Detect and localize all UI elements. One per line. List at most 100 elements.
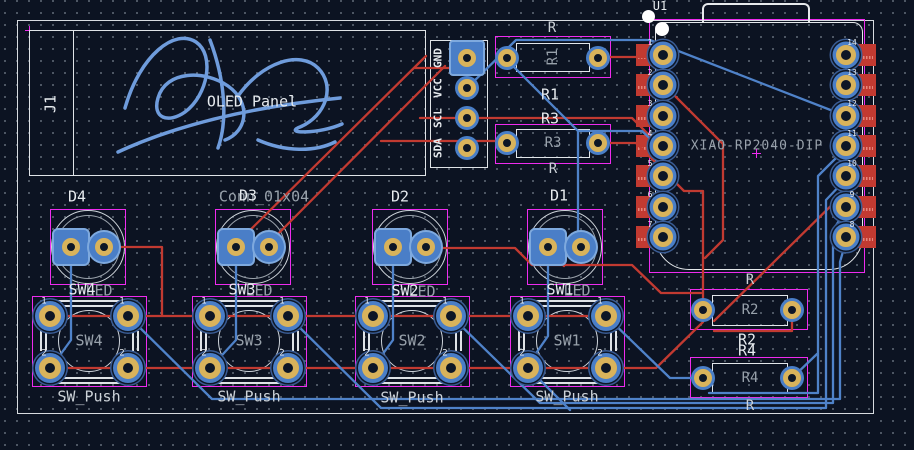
sw4-pin-number: 1 [41,296,47,307]
j1-pad-3[interactable] [458,109,476,127]
r2-pad-1[interactable] [694,301,712,319]
sw3-pin-number: 1 [201,296,207,307]
pin-function-text [638,86,651,89]
pin-function-text [638,56,651,59]
sw3-pad-2a[interactable] [199,357,221,379]
u1-hole-10[interactable] [836,166,856,186]
r3-ref-label[interactable]: R3 [541,111,559,127]
r3-pad-2[interactable] [589,134,607,152]
u1-hole-8[interactable] [836,227,856,247]
d3-hole-cathode [227,238,245,256]
j1-value-label[interactable]: OLED Panel [207,94,297,110]
sw2-pad-1a[interactable] [362,305,384,327]
r1-pad-1[interactable] [498,49,516,67]
r2-pad-2[interactable] [783,301,801,319]
sw2-ref-label[interactable]: SW2 [391,283,418,299]
u1-hole-7[interactable] [653,227,673,247]
sw3-pad-2b[interactable] [277,357,299,379]
sw1-pad-1a[interactable] [517,305,539,327]
u1-hole-9[interactable] [836,197,856,217]
u1-ref-label[interactable]: U1 [653,0,667,12]
u1-value-label[interactable]: XIAO-RP2040-DIP [691,140,823,153]
sw4-pad-1a[interactable] [39,305,61,327]
pin-function-text [857,177,873,180]
r4-pad-2[interactable] [783,369,801,387]
j1-pad-1-hole [458,49,476,67]
u1-hole-14[interactable] [836,45,856,65]
u1-hole-3[interactable] [653,106,673,126]
u1-pin-number: 3 [647,99,653,108]
d3-ref-label[interactable]: D3 [239,188,257,204]
sw1-ref-label[interactable]: SW1 [546,282,573,298]
r3-value-label[interactable]: R [549,162,557,176]
u1-hole-4[interactable] [653,136,673,156]
sw3-pin-number: 2 [279,348,285,359]
j1-ref-label[interactable]: J1 [42,95,60,113]
r4-pad-1[interactable] [694,369,712,387]
u1-hole-13[interactable] [836,75,856,95]
sw2-pad-2b[interactable] [440,357,462,379]
pin-label-vcc[interactable]: VCC [432,78,445,98]
r1-ref-label[interactable]: R1 [541,87,559,103]
sw2-pad-2a[interactable] [362,357,384,379]
u1-pin-number: 12 [847,99,857,108]
sw3-pad-1a[interactable] [199,305,221,327]
sw4-ref-label[interactable]: SW4 [68,282,95,298]
j1-pad-2[interactable] [458,79,476,97]
d4-hole-cathode [62,238,80,256]
pin-function-text [857,56,873,59]
sw3-pin-number: 2 [201,348,207,359]
r2-fab-label: R2 [741,302,759,318]
r2-value-label[interactable]: R [746,273,754,287]
sw2-value-label[interactable]: SW_Push [380,390,443,406]
u1-hole-5[interactable] [653,166,673,186]
sw4-value-label[interactable]: SW_Push [57,389,120,405]
pin-label-gnd[interactable]: GND [432,48,445,68]
u1-pin-number: 14 [847,38,857,47]
sw4-pad-1b[interactable] [117,305,139,327]
d1-ref-label[interactable]: D1 [550,188,568,204]
r1-pad-2[interactable] [589,49,607,67]
u1-hole-11[interactable] [836,136,856,156]
pin-label-scl[interactable]: SCL [432,108,445,128]
u1-hole-6[interactable] [653,197,673,217]
d4-ref-label[interactable]: D4 [68,189,86,205]
pin-function-text [857,86,873,89]
d2-hole-cathode [384,238,402,256]
u1-hole-2[interactable] [653,75,673,95]
sw2-pin-number: 1 [442,296,448,307]
sw2-pad-1b[interactable] [440,305,462,327]
pcb-editor-canvas[interactable]: J1 OLED Panel GND VCC SCL SDA R R1 R1 R3… [0,0,914,450]
sw4-pad-2a[interactable] [39,357,61,379]
j1-pad-4[interactable] [458,139,476,157]
j1-footprint-label[interactable]: Conn_01x04 [219,189,309,205]
u1-pin-number: 10 [847,159,857,168]
pin-function-text [857,238,873,241]
u1-pin-number: 13 [847,68,857,77]
sw1-value-label[interactable]: SW_Push [535,389,598,405]
u1-hole-12[interactable] [836,106,856,126]
sw1-pad-2b[interactable] [595,357,617,379]
sw4-pin-number: 1 [119,296,125,307]
sw4-pad-2b[interactable] [117,357,139,379]
u1-hole-1[interactable] [653,45,673,65]
sw3-value-label[interactable]: SW_Push [217,389,280,405]
sw3-pin-number: 1 [279,296,285,307]
pin-function-text [638,117,651,120]
pin-function-text [857,208,873,211]
u1-pin-number: 1 [647,38,653,47]
d1-hole-cathode [539,238,557,256]
sw2-pin-number: 2 [442,348,448,359]
u1-usb-connector-outline [702,3,810,23]
r4-value-label[interactable]: R [746,399,754,413]
sw1-pad-1b[interactable] [595,305,617,327]
r1-value-label[interactable]: R [548,21,556,35]
sw1-pad-2a[interactable] [517,357,539,379]
pin-label-sda[interactable]: SDA [432,138,445,158]
sw3-ref-label[interactable]: SW3 [228,282,255,298]
r4-ref-label[interactable]: R4 [738,343,756,359]
r3-pad-1[interactable] [498,134,516,152]
pin-function-text [638,208,651,211]
d2-ref-label[interactable]: D2 [391,189,409,205]
sw3-pad-1b[interactable] [277,305,299,327]
